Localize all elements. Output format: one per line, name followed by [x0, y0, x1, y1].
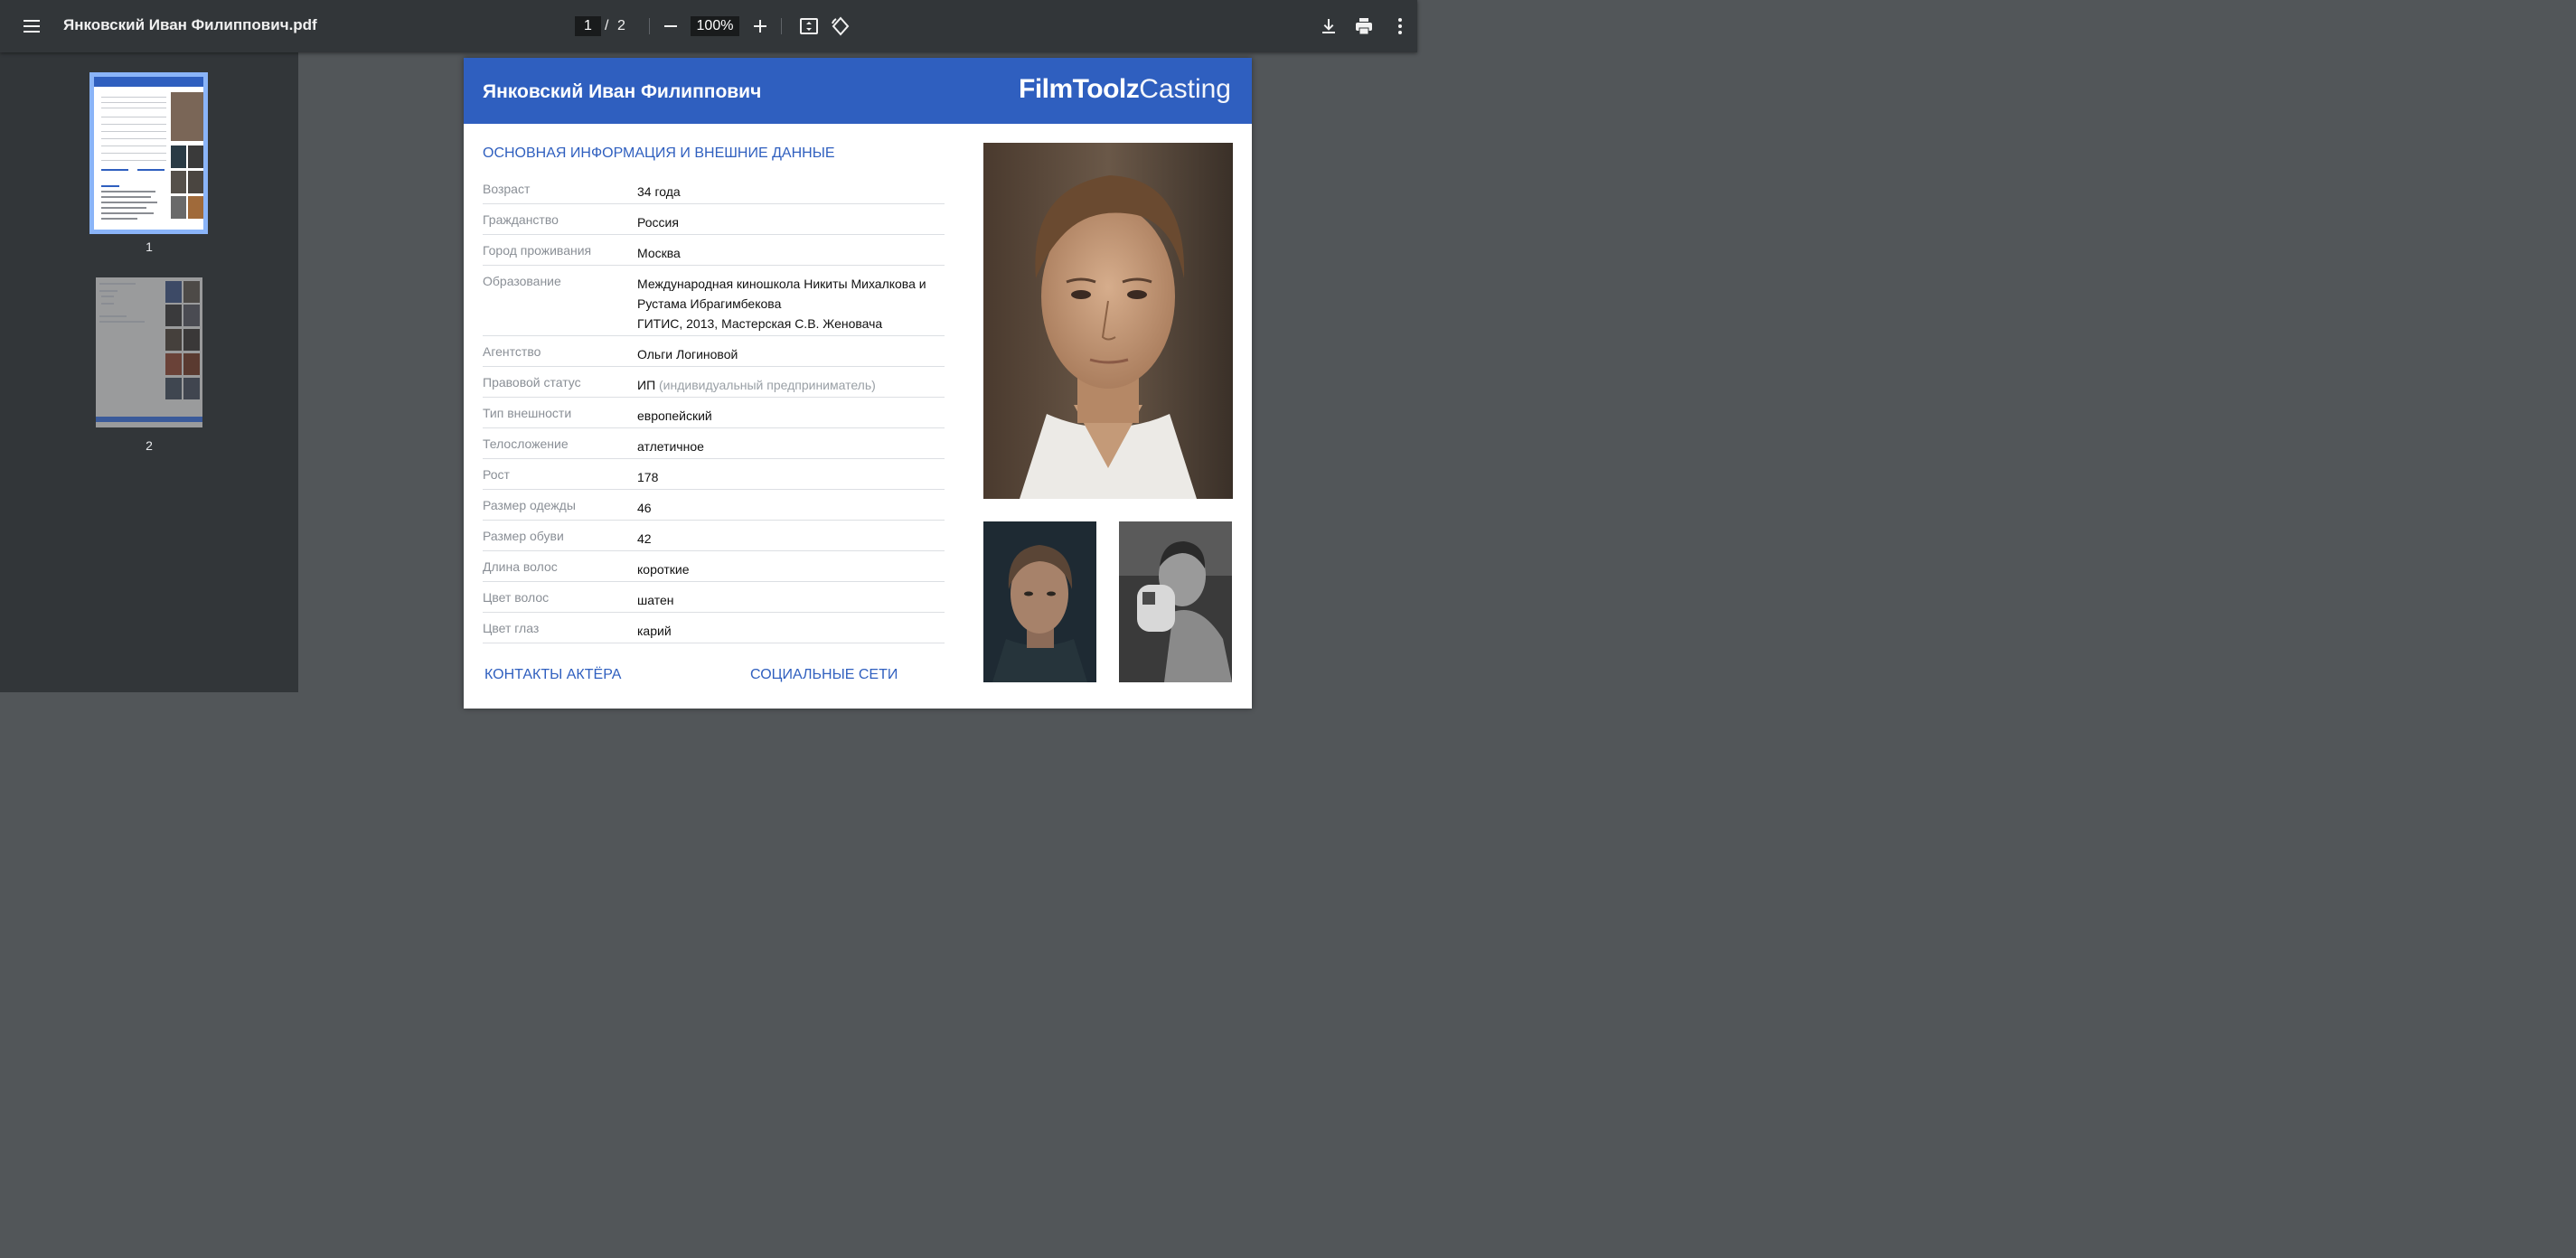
info-label: Размер одежды [483, 498, 576, 512]
info-row-agency: Агентство Ольги Логиновой [483, 336, 945, 367]
info-label: Цвет волос [483, 590, 550, 605]
actor-photo-thumbnail-1[interactable] [983, 521, 1096, 682]
info-label: Город проживания [483, 243, 592, 258]
info-value: атлетичное [637, 439, 704, 454]
info-label: Гражданство [483, 212, 559, 227]
info-label: Тип внешности [483, 406, 572, 420]
info-value: карий [637, 624, 672, 638]
info-row-appearance-type: Тип внешности европейский [483, 398, 945, 428]
pdf-toolbar: Янковский Иван Филиппович.pdf / 2 100% [0, 0, 1417, 52]
section-title-social: СОЦИАЛЬНЫЕ СЕТИ [750, 667, 898, 682]
hamburger-menu-icon[interactable] [22, 16, 42, 36]
thumbnail-label-1: 1 [146, 239, 153, 254]
page-number-input[interactable] [575, 16, 601, 36]
zoom-level-input[interactable]: 100% [691, 16, 739, 36]
info-label: Образование [483, 274, 561, 288]
fit-to-page-icon[interactable] [798, 15, 820, 37]
education-line-2: ГИТИС, 2013, Мастерская С.В. Женовача [637, 316, 883, 331]
info-value: короткие [637, 562, 690, 577]
more-vert-icon[interactable] [1389, 15, 1411, 37]
actor-name-heading: Янковский Иван Филиппович [483, 81, 762, 102]
page-thumbnail-1[interactable] [89, 72, 208, 234]
info-label: Рост [483, 467, 510, 482]
info-value: Москва [637, 246, 681, 260]
zoom-in-plus-icon[interactable] [749, 15, 771, 37]
zoom-out-minus-icon[interactable] [660, 15, 682, 37]
section-title-contacts: КОНТАКТЫ АКТЁРА [484, 667, 622, 682]
info-row-height: Рост 178 [483, 459, 945, 490]
info-row-city: Город проживания Москва [483, 235, 945, 266]
info-row-citizenship: Гражданство Россия [483, 204, 945, 235]
education-line-1: Международная киношкола Никиты Михалкова… [637, 277, 926, 311]
info-row-eye-color: Цвет глаз карий [483, 613, 945, 643]
brand-logo-light: Casting [1139, 74, 1231, 104]
info-value: 42 [637, 531, 652, 546]
page-thumbnail-2[interactable] [96, 277, 202, 427]
info-label: Длина волос [483, 559, 558, 574]
actor-info-table: Возраст 34 года Гражданство Россия Город… [483, 174, 945, 643]
actor-photo-thumbnail-2[interactable] [1119, 521, 1232, 682]
info-row-shoe-size: Размер обуви 42 [483, 521, 945, 551]
filmtoolz-casting-logo: FilmToolzCasting [1019, 74, 1231, 105]
thumbnail-label-2: 2 [146, 438, 153, 453]
info-value: 34 года [637, 184, 681, 199]
info-label: Цвет глаз [483, 621, 540, 635]
page-separator: / [605, 18, 609, 33]
info-value: 46 [637, 501, 652, 515]
info-value-education: Международная киношкола Никиты Михалкова… [637, 266, 945, 340]
info-value-legal: ИП (индивидуальный предприниматель) [637, 367, 945, 401]
info-value: 178 [637, 470, 659, 484]
info-label: Возраст [483, 182, 531, 196]
actor-main-portrait[interactable] [983, 143, 1233, 499]
toolbar-divider [781, 18, 782, 34]
info-row-build: Телосложение атлетичное [483, 428, 945, 459]
info-label: Размер обуви [483, 529, 564, 543]
section-title-main-info: ОСНОВНАЯ ИНФОРМАЦИЯ И ВНЕШНИЕ ДАННЫЕ [483, 146, 835, 161]
info-value: шатен [637, 593, 674, 607]
thumbnail-sidebar: 1 2 [0, 52, 298, 692]
rotate-counterclockwise-icon[interactable] [830, 15, 851, 37]
info-row-clothing-size: Размер одежды 46 [483, 490, 945, 521]
toolbar-divider [649, 18, 650, 34]
info-row-age: Возраст 34 года [483, 174, 945, 204]
download-icon[interactable] [1318, 15, 1340, 37]
info-label: Правовой статус [483, 375, 581, 390]
legal-status-value: ИП [637, 378, 656, 392]
print-icon[interactable] [1353, 15, 1375, 37]
info-value: европейский [637, 408, 712, 423]
info-row-education: Образование Международная киношкола Ники… [483, 266, 945, 336]
pdf-page-1: Янковский Иван Филиппович FilmToolzCasti… [464, 58, 1252, 709]
thumbnail-page-preview [94, 77, 203, 230]
page-header-banner: Янковский Иван Филиппович FilmToolzCasti… [464, 58, 1252, 124]
info-row-hair-length: Длина волос короткие [483, 551, 945, 582]
info-label: Агентство [483, 344, 541, 359]
total-pages: 2 [617, 18, 625, 33]
document-title: Янковский Иван Филиппович.pdf [63, 16, 317, 33]
info-row-hair-color: Цвет волос шатен [483, 582, 945, 613]
info-row-legal-status: Правовой статус ИП (индивидуальный предп… [483, 367, 945, 398]
info-label: Телосложение [483, 437, 569, 451]
info-value: Россия [637, 215, 679, 230]
brand-logo-bold: FilmToolz [1019, 74, 1140, 104]
info-value: Ольги Логиновой [637, 347, 738, 361]
legal-status-note: (индивидуальный предприниматель) [659, 378, 876, 392]
